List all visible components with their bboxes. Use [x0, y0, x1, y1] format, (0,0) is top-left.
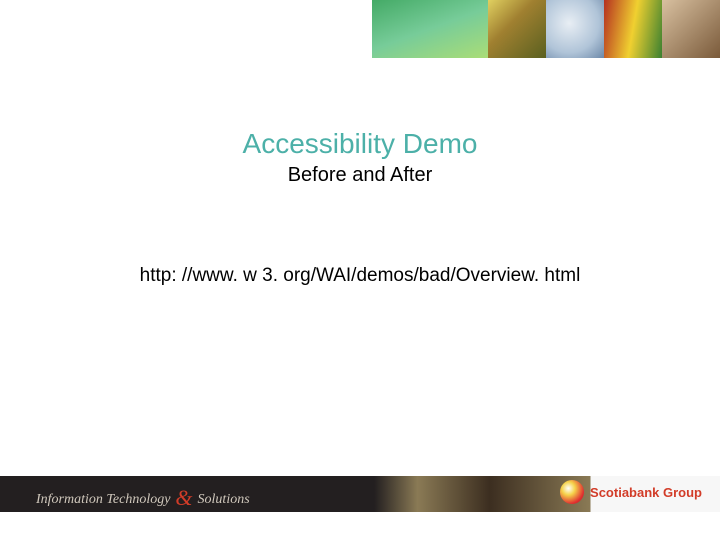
ampersand-icon: &: [172, 485, 195, 511]
header-thumb-5: [662, 0, 720, 58]
footer-text-solutions: Solutions: [198, 492, 250, 508]
footer-text-it: Information Technology: [36, 492, 170, 508]
globe-icon: [560, 480, 584, 504]
header-thumb-1: [372, 0, 488, 58]
slide-subtitle: Before and After: [0, 164, 720, 187]
footer-right-brand: Scotiabank Group: [560, 480, 702, 504]
header-thumb-3: [546, 0, 604, 58]
header-image-strip: [0, 0, 720, 58]
footer-left-brand: Information Technology & Solutions: [36, 483, 250, 509]
slide-url-text: http: //www. w 3. org/WAI/demos/bad/Over…: [0, 265, 720, 287]
footer-bar: Information Technology & Solutions Scoti…: [0, 466, 720, 522]
header-thumb-2: [488, 0, 546, 58]
brand-name: Scotiabank Group: [590, 485, 702, 500]
slide-body: Accessibility Demo Before and After http…: [0, 58, 720, 450]
slide-title: Accessibility Demo: [0, 128, 720, 160]
header-thumb-4: [604, 0, 662, 58]
